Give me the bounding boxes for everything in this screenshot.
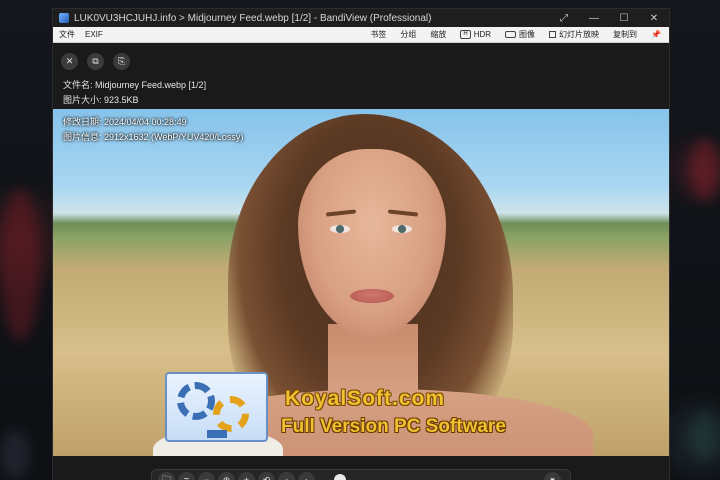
zoom-fit-icon[interactable]: ⊕ bbox=[218, 471, 235, 480]
menu-image[interactable]: 图像 bbox=[505, 29, 535, 40]
close-info-button[interactable]: ✕ bbox=[61, 53, 78, 70]
prev-icon[interactable]: ‹ bbox=[278, 471, 295, 480]
menu-file[interactable]: 文件 bbox=[59, 29, 75, 40]
image-icon bbox=[505, 31, 517, 38]
window-title: LUK0VU3HCJUHJ.info > Midjourney Feed.web… bbox=[74, 12, 432, 24]
background-blob bbox=[690, 140, 720, 200]
menu-zoom[interactable]: 缩放 bbox=[430, 29, 446, 40]
bandiview-app-icon bbox=[59, 13, 69, 23]
rotate-icon[interactable]: ⟲ bbox=[258, 471, 275, 480]
menu-copy-to[interactable]: 复制到 bbox=[613, 29, 637, 40]
image-canvas[interactable]: 修改日期: 2024/04/04 00:28:49 图片信息: 2912x163… bbox=[53, 109, 669, 456]
background-blob bbox=[0, 430, 30, 480]
slideshow-icon bbox=[549, 31, 557, 38]
gear-icon bbox=[213, 396, 249, 432]
file-name-info: 文件名: Midjourney Feed.webp [1/2] bbox=[63, 80, 207, 90]
clipboard-icon[interactable]: ⎘ bbox=[113, 53, 130, 70]
minimize-button[interactable]: — bbox=[579, 9, 609, 27]
title-bar: LUK0VU3HCJUHJ.info > Midjourney Feed.web… bbox=[53, 9, 669, 27]
bandiview-window: LUK0VU3HCJUHJ.info > Midjourney Feed.web… bbox=[52, 8, 670, 480]
photo-brow bbox=[387, 209, 419, 217]
gear-icon bbox=[177, 382, 215, 420]
menu-slideshow[interactable]: 幻灯片放映 bbox=[549, 29, 599, 40]
background-blob bbox=[690, 410, 720, 460]
photo-eye bbox=[392, 225, 412, 233]
menu-exif[interactable]: EXIF bbox=[85, 30, 103, 39]
photo-brow bbox=[325, 209, 357, 217]
fullscreen-icon[interactable]: ⤢ bbox=[549, 9, 579, 27]
bottom-toolbar: 🗀 ≡ − ⊕ + ⟲ ‹ › ▾ bbox=[151, 469, 571, 480]
menu-group[interactable]: 分组 bbox=[400, 29, 416, 40]
photo-eye bbox=[330, 225, 350, 233]
file-size-info: 图片大小: 923.5KB bbox=[63, 95, 139, 105]
pin-icon[interactable]: 📌 bbox=[651, 30, 661, 39]
background-blob bbox=[0, 190, 40, 340]
watermark-tagline: Full Version PC Software bbox=[281, 416, 506, 437]
folder-icon[interactable]: 🗀 bbox=[158, 471, 175, 480]
zoom-in-icon[interactable]: + bbox=[238, 471, 255, 480]
menu-bookmarks[interactable]: 书签 bbox=[370, 29, 386, 40]
menu-icon[interactable]: ≡ bbox=[178, 471, 195, 480]
copy-icon[interactable]: ⧉ bbox=[87, 53, 104, 70]
menu-bar: 文件 EXIF 书签 分组 缩放 H HDR 图像 幻灯片放映 复制到 📌 bbox=[53, 27, 669, 43]
monitor-stand-icon bbox=[207, 430, 227, 438]
dropdown-icon[interactable]: ▾ bbox=[544, 471, 561, 480]
next-icon[interactable]: › bbox=[298, 471, 315, 480]
photo-lips bbox=[350, 289, 394, 303]
image-details-info: 图片信息: 2912x1632 (WebP/YUV420/Lossy) bbox=[63, 132, 244, 142]
maximize-button[interactable]: ☐ bbox=[609, 9, 639, 27]
watermark-logo bbox=[165, 372, 268, 442]
zoom-out-icon[interactable]: − bbox=[198, 471, 215, 480]
info-panel: ✕ ⧉ ⎘ 文件名: Midjourney Feed.webp [1/2] 图片… bbox=[53, 43, 669, 109]
close-window-button[interactable]: ✕ bbox=[639, 9, 669, 27]
hdr-icon: H bbox=[460, 30, 471, 39]
menu-hdr[interactable]: H HDR bbox=[460, 30, 491, 39]
seek-slider-handle[interactable] bbox=[334, 474, 346, 480]
modified-date-info: 修改日期: 2024/04/04 00:28:49 bbox=[63, 117, 187, 127]
watermark-site: KoyalSoft.com bbox=[285, 387, 446, 410]
